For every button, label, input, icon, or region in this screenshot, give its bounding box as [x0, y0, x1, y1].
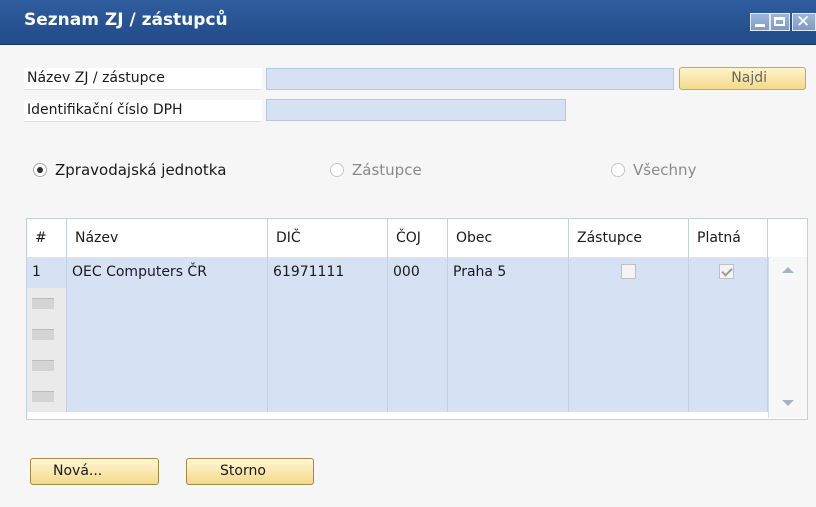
column-header-name[interactable]: Název — [67, 219, 268, 257]
cell-platna[interactable] — [689, 381, 768, 412]
cell-platna[interactable] — [689, 350, 768, 381]
table-row[interactable] — [27, 350, 768, 382]
column-header-dic[interactable]: DIČ — [268, 219, 388, 257]
column-header-zastupce[interactable]: Zástupce — [569, 219, 689, 257]
column-header-num[interactable]: # — [27, 219, 67, 257]
radio-label: Zástupce — [352, 161, 422, 179]
find-button[interactable]: Najdi — [679, 67, 806, 90]
radio-label: Zpravodajská jednotka — [55, 161, 227, 179]
radio-empty-icon — [611, 163, 625, 177]
cell-obec[interactable] — [448, 381, 569, 412]
minimize-button[interactable] — [750, 13, 770, 31]
name-label: Název ZJ / zástupce — [24, 68, 262, 90]
cell-name[interactable]: OEC Computers ČR — [67, 257, 268, 288]
cell-dic[interactable] — [268, 381, 388, 412]
row-header[interactable] — [27, 319, 67, 350]
grid-header: # Název DIČ ČOJ Obec Zástupce Platná — [27, 219, 768, 258]
cell-obec[interactable] — [448, 288, 569, 319]
cell-platna[interactable] — [689, 288, 768, 319]
row-header[interactable] — [27, 350, 67, 381]
cell-coj[interactable] — [388, 319, 448, 350]
grid-scrollbar[interactable] — [768, 257, 807, 418]
cell-obec[interactable]: Praha 5 — [448, 257, 569, 288]
window-title: Seznam ZJ / zástupců — [24, 10, 228, 30]
cell-zastupce[interactable] — [569, 381, 689, 412]
row-header[interactable] — [27, 381, 67, 412]
table-row[interactable] — [27, 381, 768, 412]
close-icon: ✕ — [796, 12, 811, 32]
cell-name[interactable] — [67, 350, 268, 381]
results-grid: # Název DIČ ČOJ Obec Zástupce Platná 1 O… — [26, 218, 808, 420]
radio-label: Všechny — [633, 161, 697, 179]
column-header-coj[interactable]: ČOJ — [388, 219, 448, 257]
scroll-up-icon[interactable] — [782, 267, 794, 273]
cell-obec[interactable] — [448, 350, 569, 381]
close-button[interactable]: ✕ — [792, 12, 816, 32]
table-row[interactable]: 1 OEC Computers ČR 61971111 000 Praha 5 — [27, 257, 768, 289]
list-window: Seznam ZJ / zástupců ✕ Název ZJ / zástup… — [0, 0, 816, 507]
radio-empty-icon — [330, 163, 344, 177]
cell-name[interactable] — [67, 288, 268, 319]
cell-name[interactable] — [67, 319, 268, 350]
title-bar[interactable]: Seznam ZJ / zástupců ✕ — [0, 0, 816, 45]
cell-coj[interactable] — [388, 381, 448, 412]
table-row[interactable] — [27, 288, 768, 320]
maximize-button[interactable] — [770, 13, 790, 31]
cell-zastupce[interactable] — [569, 350, 689, 381]
column-header-platna[interactable]: Platná — [689, 219, 768, 257]
cell-zastupce[interactable] — [569, 288, 689, 319]
radio-selected-icon — [33, 163, 47, 177]
cell-platna — [689, 257, 768, 288]
minimize-icon — [755, 24, 765, 27]
cell-obec[interactable] — [448, 319, 569, 350]
zastupce-checkbox[interactable] — [621, 264, 636, 279]
vat-field[interactable] — [266, 99, 566, 121]
cell-coj[interactable] — [388, 288, 448, 319]
cell-dic[interactable] — [268, 350, 388, 381]
cell-platna[interactable] — [689, 319, 768, 350]
cell-dic[interactable]: 61971111 — [268, 257, 388, 288]
cell-zastupce[interactable] — [569, 319, 689, 350]
cell-dic[interactable] — [268, 319, 388, 350]
cancel-button[interactable]: Storno — [186, 458, 314, 485]
platna-checkbox[interactable] — [719, 264, 734, 279]
vat-label: Identifikační číslo DPH — [24, 100, 262, 122]
cell-dic[interactable] — [268, 288, 388, 319]
new-button[interactable]: Nová... — [30, 458, 159, 485]
scroll-down-icon[interactable] — [782, 400, 794, 406]
cell-zastupce — [569, 257, 689, 288]
cell-coj[interactable]: 000 — [388, 257, 448, 288]
filter-radio-group: Zpravodajská jednotka Zástupce Všechny — [0, 157, 816, 187]
table-row[interactable] — [27, 319, 768, 351]
row-header[interactable] — [27, 288, 67, 319]
maximize-icon — [774, 17, 785, 26]
cell-name[interactable] — [67, 381, 268, 412]
column-header-obec[interactable]: Obec — [448, 219, 569, 257]
name-field[interactable] — [266, 68, 674, 90]
cell-coj[interactable] — [388, 350, 448, 381]
row-number: 1 — [27, 257, 67, 288]
